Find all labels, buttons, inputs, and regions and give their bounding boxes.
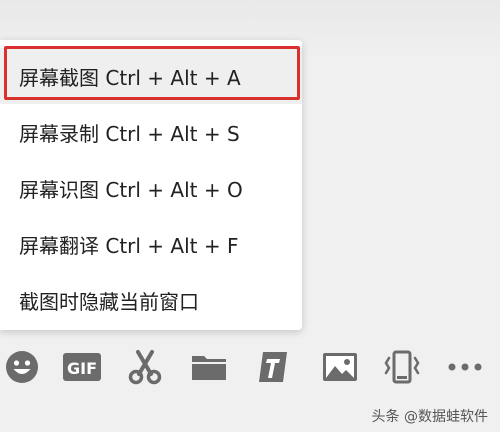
more-icon[interactable] [444, 346, 486, 388]
gif-label: GIF [67, 359, 97, 378]
watermark: 头条 @数据蛙软件 [371, 409, 488, 425]
menu-item-hide-window[interactable]: 截图时隐藏当前窗口 [0, 272, 302, 328]
text-format-icon[interactable] [251, 346, 293, 388]
image-icon[interactable] [319, 346, 361, 388]
folder-icon[interactable] [188, 346, 230, 388]
menu-item-label: 屏幕录制 Ctrl + Alt + S [19, 121, 240, 146]
menu-item-screen-translate[interactable]: 屏幕翻译 Ctrl + Alt + F [0, 216, 302, 272]
menu-item-label: 屏幕翻译 Ctrl + Alt + F [19, 233, 239, 258]
menu-item-screen-ocr[interactable]: 屏幕识图 Ctrl + Alt + O [0, 160, 302, 216]
menu-item-screen-record[interactable]: 屏幕录制 Ctrl + Alt + S [0, 104, 302, 160]
scissors-icon[interactable] [124, 346, 166, 388]
menu-item-label: 屏幕截图 Ctrl + Alt + A [19, 65, 241, 90]
gif-icon[interactable]: GIF [61, 346, 103, 388]
menu-item-screenshot[interactable]: 屏幕截图 Ctrl + Alt + A [0, 48, 302, 104]
menu-item-label: 截图时隐藏当前窗口 [19, 289, 199, 314]
menu-item-label: 屏幕识图 Ctrl + Alt + O [19, 177, 243, 202]
emoji-icon[interactable] [1, 346, 43, 388]
screenshot-context-menu: 屏幕截图 Ctrl + Alt + A 屏幕录制 Ctrl + Alt + S … [0, 40, 302, 330]
shake-icon[interactable] [381, 346, 423, 388]
chat-toolbar: GIF [0, 338, 500, 396]
